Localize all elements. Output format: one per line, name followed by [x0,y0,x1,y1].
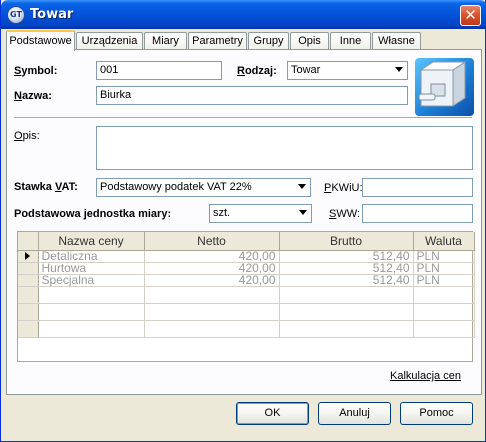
stawka-vat-label: Stawka VAT: [14,181,78,193]
title-bar[interactable]: GT Towar ✕ [1,0,486,29]
row-indicator-cell [18,250,39,263]
ok-button[interactable]: OK [236,402,309,425]
close-button[interactable]: ✕ [460,5,481,26]
cell-nazwa[interactable]: Hurtowa [38,262,145,275]
row-indicator-cell [18,262,39,275]
cell-brutto[interactable]: 512,40 [279,274,414,287]
column-header-waluta[interactable]: Waluta [413,232,475,251]
cell-nazwa[interactable]: Detaliczna [38,250,145,263]
cell-brutto[interactable]: 512,40 [279,262,414,275]
pkwiu-input[interactable] [362,178,473,197]
jednostka-label: Podstawowa jednostka miary: [14,208,172,220]
cell-waluta[interactable]: PLN [413,262,475,275]
symbol-label: Symbol: [14,65,58,77]
rodzaj-select[interactable]: Towar [287,61,408,80]
sww-input[interactable] [362,204,473,223]
cell-nazwa[interactable]: Specjalna [38,274,145,287]
cell-waluta[interactable]: PLN [413,250,475,263]
app-logo-icon: GT [7,6,25,24]
rodzaj-label: Rodzaj: [237,65,277,77]
close-icon: ✕ [464,6,477,24]
tab-panel-podstawowe: Symbol: 001 Rodzaj: Towar Nazwa: Biurka … [6,49,482,395]
column-header-nazwa[interactable]: Nazwa ceny [38,232,145,251]
jednostka-value: szt. [213,207,231,219]
pkwiu-label: PKWiU: [324,182,363,194]
opis-textarea[interactable] [96,126,473,170]
dialog-window: GT Towar ✕ Podstawowe Urządzenia Miary P… [0,0,486,442]
nazwa-label: Nazwa: [14,90,52,102]
tab-inne[interactable]: Inne [330,32,371,50]
cell-netto[interactable]: 420,00 [144,274,280,287]
row-pointer-icon [25,251,31,260]
table-row-empty [18,320,475,338]
row-indicator-cell [18,274,39,287]
window-title: Towar [30,7,74,22]
jednostka-select[interactable]: szt. [209,204,312,223]
table-row[interactable]: Detaliczna 420,00 512,40 PLN [18,250,475,263]
kalkulacja-cen-link[interactable]: Kalkulacja cen [390,370,461,382]
product-box-svg [418,61,467,107]
column-header-indicator [18,232,39,251]
table-row-empty [18,303,475,321]
column-header-brutto[interactable]: Brutto [279,232,414,251]
nazwa-input[interactable]: Biurka [96,86,408,105]
product-box-icon[interactable] [415,58,474,116]
cancel-button[interactable]: Anuluj [318,402,391,425]
chevron-down-icon [299,210,307,215]
separator [14,117,472,119]
tab-opis[interactable]: Opis [290,32,329,50]
rodzaj-value: Towar [291,64,321,76]
cell-brutto[interactable]: 512,40 [279,250,414,263]
chevron-down-icon [298,184,306,189]
tab-wlasne[interactable]: Własne [372,32,421,50]
price-table[interactable]: Nazwa ceny Netto Brutto Waluta Detaliczn… [17,231,475,362]
opis-label: Opis: [14,130,40,142]
column-header-netto[interactable]: Netto [144,232,280,251]
table-row[interactable]: Hurtowa 420,00 512,40 PLN [18,262,475,275]
tab-urzadzenia[interactable]: Urządzenia [76,32,143,50]
tab-parametry[interactable]: Parametry [188,32,247,50]
cell-netto[interactable]: 420,00 [144,262,280,275]
help-button[interactable]: Pomoc [400,402,473,425]
cell-netto[interactable]: 420,00 [144,250,280,263]
sww-label: SWW: [329,208,360,220]
stawka-vat-value: Podstawowy podatek VAT 22% [100,181,252,193]
cell-waluta[interactable]: PLN [413,274,475,287]
tab-miary[interactable]: Miary [144,32,187,50]
tab-podstawowe[interactable]: Podstawowe [6,30,75,51]
table-row[interactable]: Specjalna 420,00 512,40 PLN [18,274,475,287]
chevron-down-icon [395,67,403,72]
symbol-input[interactable]: 001 [96,61,222,80]
stawka-vat-select[interactable]: Podstawowy podatek VAT 22% [96,178,311,197]
tab-grupy[interactable]: Grupy [248,32,289,50]
table-row-empty [18,286,475,304]
